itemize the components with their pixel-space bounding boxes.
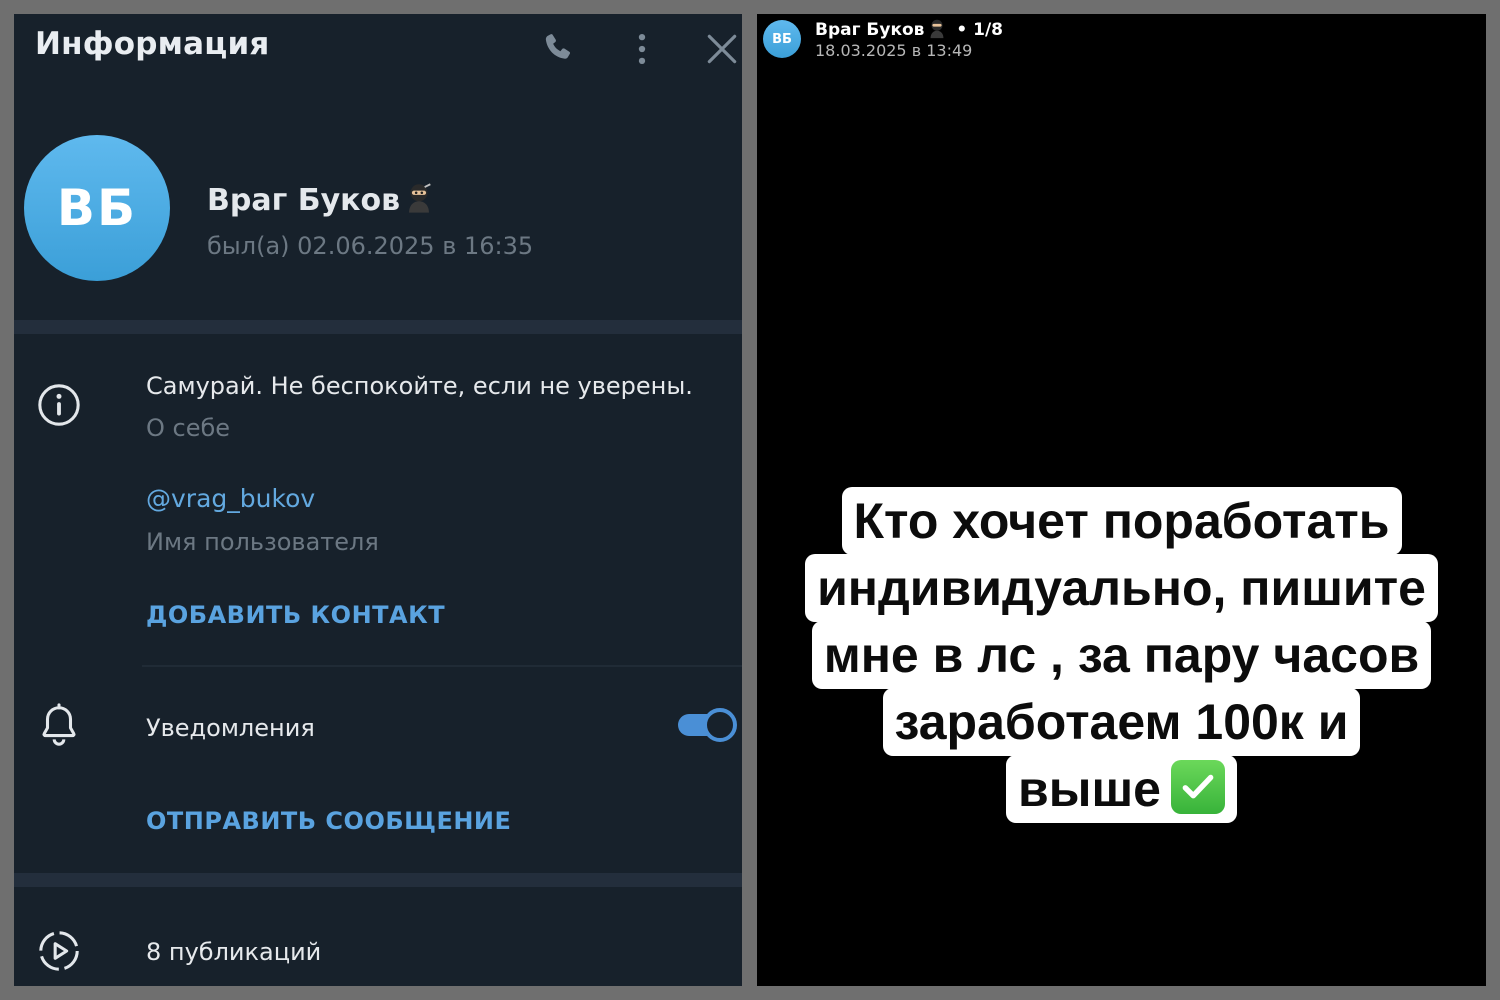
story-author-line: Враг Буков • 1/8 bbox=[815, 17, 1003, 44]
about-label: О себе bbox=[146, 414, 231, 442]
info-icon bbox=[36, 382, 82, 428]
more-vertical-icon[interactable] bbox=[623, 30, 661, 68]
stories-icon bbox=[36, 928, 82, 974]
row-separator bbox=[142, 665, 742, 667]
story-author-avatar[interactable]: ВБ bbox=[763, 20, 801, 58]
last-seen-status: был(а) 02.06.2025 в 16:35 bbox=[207, 232, 534, 260]
profile-info-panel: Информация ВБ Враг Буков был(а) 02.06.20… bbox=[14, 14, 742, 986]
avatar[interactable]: ВБ bbox=[24, 135, 170, 281]
publications-link[interactable]: 8 публикаций bbox=[146, 938, 321, 966]
profile-name: Враг Буков bbox=[207, 180, 436, 222]
ninja-emoji-icon bbox=[926, 17, 948, 44]
add-contact-button[interactable]: ДОБАВИТЬ КОНТАКТ bbox=[146, 601, 445, 629]
send-message-button[interactable]: ОТПРАВИТЬ СООБЩЕНИЕ bbox=[146, 807, 511, 835]
username-link[interactable]: @vrag_bukov bbox=[146, 484, 315, 513]
caption-line-text: выше bbox=[1018, 761, 1161, 817]
bell-icon bbox=[36, 702, 82, 748]
notifications-toggle[interactable] bbox=[676, 708, 737, 742]
story-caption: Кто хочет поработать индивидуально, пиши… bbox=[757, 487, 1486, 823]
caption-line: Кто хочет поработать bbox=[841, 487, 1402, 555]
username-label: Имя пользователя bbox=[146, 528, 379, 556]
toggle-knob bbox=[703, 708, 737, 742]
caption-line: мне в лс , за пару часов bbox=[811, 621, 1432, 689]
caption-line: заработаем 100к и bbox=[882, 688, 1361, 756]
profile-summary: ВБ Враг Буков был(а) 02.06.2025 в 16:35 bbox=[14, 104, 742, 334]
notifications-label: Уведомления bbox=[146, 714, 315, 742]
close-icon[interactable] bbox=[703, 30, 741, 68]
story-counter: • 1/8 bbox=[956, 20, 1003, 40]
story-author-name[interactable]: Враг Буков bbox=[815, 20, 924, 40]
about-text: Самурай. Не беспокойте, если не уверены. bbox=[146, 372, 693, 400]
section-divider bbox=[14, 320, 742, 334]
caption-line-last: выше bbox=[1006, 755, 1237, 823]
story-date: 18.03.2025 в 13:49 bbox=[815, 41, 973, 60]
ninja-emoji-icon bbox=[402, 180, 436, 222]
caption-line: индивидуально, пишите bbox=[805, 554, 1438, 622]
info-title: Информация bbox=[35, 26, 270, 62]
phone-icon[interactable] bbox=[540, 30, 578, 68]
info-header: Информация bbox=[14, 14, 742, 76]
check-mark-emoji-icon bbox=[1170, 760, 1225, 814]
story-viewer[interactable]: ВБ Враг Буков • 1/8 18.03.2025 в 13:49 К… bbox=[757, 14, 1486, 986]
section-divider bbox=[14, 873, 742, 887]
profile-name-text: Враг Буков bbox=[207, 183, 401, 218]
